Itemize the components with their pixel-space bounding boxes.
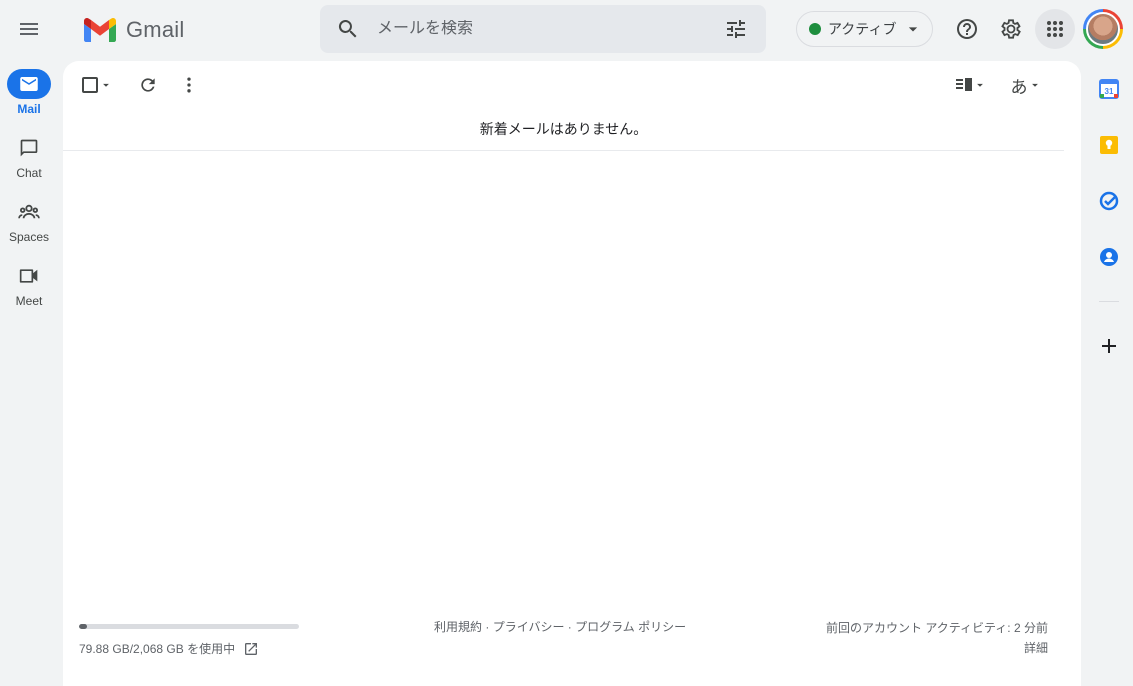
status-label: アクティブ [828,21,897,37]
refresh-button[interactable] [136,73,160,97]
inbox-panel: あ 新着メールはありません。 79.88 GB/2,068 GB を使用中 利用… [63,61,1081,686]
select-all-checkbox[interactable] [77,73,117,97]
chat-icon [20,139,38,157]
add-icon [1102,339,1116,353]
storage-bar [79,624,299,629]
terms-link[interactable]: 利用規約 [434,620,482,634]
storage-bar-fill [79,624,88,629]
split-pane-icon [956,78,972,91]
contacts-app-button[interactable] [1097,245,1121,269]
help-icon [957,19,977,39]
mail-icon [20,77,38,91]
nav-label-meet: Meet [15,294,43,308]
keep-app-button[interactable] [1097,133,1121,157]
search-options-button[interactable] [716,9,756,49]
side-panel-divider [1099,301,1119,302]
nav-pill-meet [7,261,51,291]
split-pane-toggle[interactable] [951,73,991,97]
calendar-day: 31 [1105,87,1114,96]
spaces-icon [18,204,40,219]
contacts-icon [1100,248,1118,266]
tasks-icon [1099,191,1119,211]
left-nav: Mail Chat Spaces Meet [0,64,58,320]
program-policies-link[interactable]: プログラム ポリシー [575,620,686,634]
nav-label-mail: Mail [17,102,41,116]
nav-item-mail[interactable]: Mail [0,64,58,128]
more-options-button[interactable] [177,73,201,97]
support-button[interactable] [947,9,987,49]
last-activity-text: 前回のアカウント アクティビティ: 2 分前 [826,621,1048,635]
caret-down-icon [103,83,109,87]
nav-label-chat: Chat [16,166,42,180]
nav-pill-spaces [7,197,51,227]
nav-item-chat[interactable]: Chat [0,128,58,192]
gear-icon [1001,19,1021,39]
privacy-link[interactable]: プライバシー [493,620,565,634]
app-name: Gmail [126,17,185,42]
search-button[interactable] [328,9,368,49]
nav-item-spaces[interactable]: Spaces [0,192,58,256]
storage-usage: 79.88 GB/2,068 GB を使用中 [79,624,299,657]
main-menu-button[interactable] [9,9,49,49]
gmail-m-icon [84,18,116,42]
account-activity: 前回のアカウント アクティビティ: 2 分前 詳細 [826,618,1048,658]
hamburger-menu-icon [20,23,38,35]
nav-label-spaces: Spaces [8,230,50,244]
google-apps-button[interactable] [1035,9,1075,49]
meet-icon [19,269,38,283]
empty-inbox-message: 新着メールはありません。 [63,118,1064,151]
more-vert-icon [187,77,191,93]
caret-down-icon [977,83,983,87]
status-selector[interactable]: アクティブ [796,11,933,47]
storage-text: 79.88 GB/2,068 GB を使用中 [79,642,236,656]
nav-pill-chat [7,133,51,163]
active-status-dot [809,23,821,35]
input-tools-button[interactable]: あ [1006,73,1046,97]
calendar-app-button[interactable]: 31 [1097,77,1121,101]
details-link[interactable]: 詳細 [826,638,1048,658]
tasks-app-button[interactable] [1097,189,1121,213]
calendar-icon: 31 [1099,79,1119,99]
tune-icon [727,20,745,38]
settings-button[interactable] [991,9,1031,49]
footer-links: 利用規約 · プライバシー · プログラム ポリシー [434,618,686,635]
footer-separator: · [564,620,576,634]
caret-down-icon [909,27,918,32]
profile-photo [1086,12,1120,46]
gmail-logo[interactable]: Gmail [84,17,184,43]
get-addons-button[interactable] [1097,334,1121,358]
search-input[interactable] [368,20,716,38]
account-avatar[interactable] [1083,9,1123,49]
search-bar[interactable] [320,5,766,53]
refresh-icon [141,78,155,92]
nav-item-meet[interactable]: Meet [0,256,58,320]
input-tool-label: あ [1010,77,1028,97]
open-in-new-icon[interactable] [243,641,259,657]
apps-grid-icon [1047,21,1063,37]
keep-icon [1100,136,1118,154]
footer-separator: · [482,620,493,634]
nav-pill-mail [7,69,51,99]
caret-down-icon [1031,83,1038,87]
search-icon [338,20,357,38]
checkbox-icon [82,77,98,93]
